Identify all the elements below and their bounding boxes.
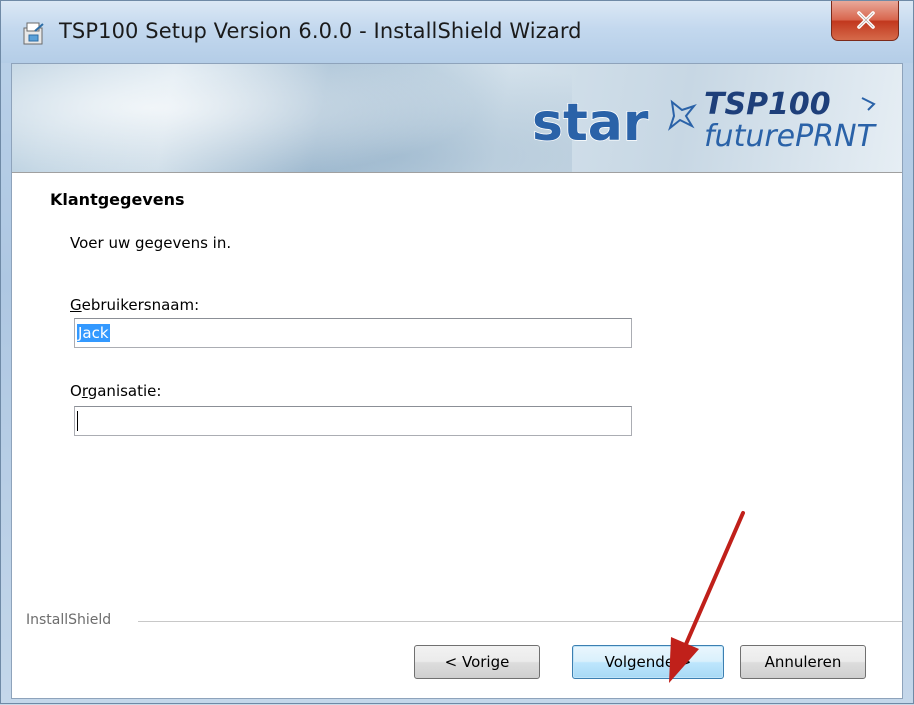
star-futureprnt-logo: star TSP100 futurePRNT bbox=[532, 87, 878, 154]
logo-brand-text: star bbox=[532, 93, 649, 153]
next-button-label: Volgende > bbox=[604, 653, 692, 671]
organisation-label-rest: ganisatie: bbox=[87, 382, 162, 400]
cancel-button[interactable]: Annuleren bbox=[740, 645, 866, 679]
installer-window: TSP100 Setup Version 6.0.0 - InstallShie… bbox=[0, 0, 914, 704]
title-bar[interactable]: TSP100 Setup Version 6.0.0 - InstallShie… bbox=[1, 1, 913, 63]
back-button-label: < Vorige bbox=[444, 653, 510, 671]
installshield-brand: InstallShield bbox=[26, 612, 112, 628]
close-button[interactable] bbox=[831, 1, 899, 41]
text-caret bbox=[77, 411, 78, 431]
username-input[interactable]: Jack bbox=[74, 318, 632, 348]
footer-divider bbox=[138, 621, 902, 623]
username-label-accesskey: G bbox=[70, 296, 82, 314]
cancel-button-label: Annuleren bbox=[764, 653, 842, 671]
organisation-label-first: O bbox=[70, 382, 82, 400]
username-label: Gebruikersnaam: bbox=[70, 296, 199, 314]
close-icon bbox=[857, 11, 875, 29]
star-swoosh-icon bbox=[667, 99, 697, 131]
logo-product-text: TSP100 bbox=[704, 87, 831, 122]
banner-background-art bbox=[12, 64, 572, 172]
next-button[interactable]: Volgende > bbox=[572, 645, 724, 679]
logo-product-line-text: futurePRNT bbox=[704, 119, 878, 154]
wizard-client-area: star TSP100 futurePRNT Klantgegevens Voe… bbox=[11, 63, 903, 699]
organisation-input[interactable] bbox=[74, 406, 632, 436]
window-title: TSP100 Setup Version 6.0.0 - InstallShie… bbox=[59, 19, 582, 43]
page-heading: Klantgegevens bbox=[50, 190, 185, 209]
username-selected-text: Jack bbox=[77, 324, 110, 342]
username-label-rest: ebruikersnaam: bbox=[81, 296, 200, 314]
logo-mini-star-icon bbox=[861, 97, 876, 111]
installer-app-icon bbox=[23, 22, 44, 45]
page-subtext: Voer uw gegevens in. bbox=[70, 234, 232, 252]
back-button[interactable]: < Vorige bbox=[414, 645, 540, 679]
header-banner: star TSP100 futurePRNT bbox=[12, 64, 902, 173]
organisation-label: Organisatie: bbox=[70, 382, 161, 400]
